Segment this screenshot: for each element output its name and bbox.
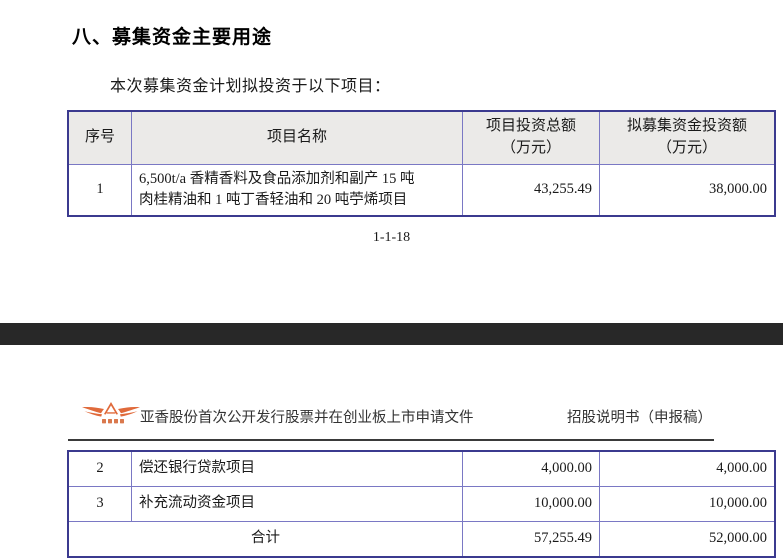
section-heading: 八、募集资金主要用途 bbox=[72, 27, 273, 48]
running-header: 亚香股份首次公开发行股票并在创业板上市申请文件 招股说明书（申报稿） bbox=[68, 398, 714, 430]
document-page-two: 亚香股份首次公开发行股票并在创业板上市申请文件 招股说明书（申报稿） 2 偿还银… bbox=[0, 345, 783, 558]
table-header-row: 序号 项目名称 项目投资总额 （万元） 拟募集资金投资额 （万元） bbox=[67, 110, 776, 165]
cell-project-name-line1: 6,500t/a 香精香料及食品添加剂和副产 15 吨 bbox=[139, 170, 415, 187]
column-header-total-investment: 项目投资总额 （万元） bbox=[462, 110, 600, 165]
cell-raised-investment: 10,000.00 bbox=[599, 486, 776, 522]
cell-project-name-line2: 肉桂精油和 1 吨丁香轻油和 20 吨苧烯项目 bbox=[139, 191, 408, 208]
cell-index: 3 bbox=[67, 486, 132, 522]
cell-project-name: 补充流动资金项目 bbox=[131, 486, 463, 522]
cell-index: 2 bbox=[67, 450, 132, 487]
running-header-doc-type: 招股说明书（申报稿） bbox=[567, 410, 712, 426]
yaxiang-logo-icon bbox=[80, 398, 142, 428]
table-total-row: 合计 57,255.49 52,000.00 bbox=[67, 521, 776, 558]
column-header-raised-investment-unit: （万元） bbox=[656, 139, 717, 156]
table-row: 2 偿还银行贷款项目 4,000.00 4,000.00 bbox=[67, 450, 776, 487]
column-header-total-investment-line1: 项目投资总额 bbox=[485, 118, 576, 134]
lead-paragraph: 本次募集资金计划拟投资于以下项目： bbox=[110, 78, 391, 95]
fundraising-projects-table-part2: 2 偿还银行贷款项目 4,000.00 4,000.00 3 补充流动资金项目 … bbox=[67, 450, 776, 558]
table-body: 1 6,500t/a 香精香料及食品添加剂和副产 15 吨 肉桂精油和 1 吨丁… bbox=[67, 163, 776, 217]
fundraising-projects-table-part1: 序号 项目名称 项目投资总额 （万元） 拟募集资金投资额 （万元） 1 6,50… bbox=[67, 110, 776, 217]
table-header: 序号 项目名称 项目投资总额 （万元） 拟募集资金投资额 （万元） bbox=[67, 110, 776, 165]
cell-raised-investment: 38,000.00 bbox=[599, 163, 776, 217]
column-header-total-investment-unit: （万元） bbox=[500, 139, 561, 156]
column-header-project-name: 项目名称 bbox=[131, 110, 463, 165]
page-separator-band bbox=[0, 323, 783, 345]
column-header-raised-investment: 拟募集资金投资额 （万元） bbox=[599, 110, 776, 165]
cell-total-investment: 43,255.49 bbox=[462, 163, 600, 217]
column-header-raised-investment-line1: 拟募集资金投资额 bbox=[626, 118, 747, 134]
page-number: 1-1-18 bbox=[372, 230, 411, 245]
document-page-one: 八、募集资金主要用途 本次募集资金计划拟投资于以下项目： 序号 项目名称 项目投… bbox=[0, 0, 783, 323]
cell-total-investment: 4,000.00 bbox=[462, 450, 600, 487]
cell-total-investment-sum: 57,255.49 bbox=[462, 521, 600, 558]
cell-project-name: 6,500t/a 香精香料及食品添加剂和副产 15 吨 肉桂精油和 1 吨丁香轻… bbox=[131, 163, 463, 217]
cell-raised-investment-sum: 52,000.00 bbox=[599, 521, 776, 558]
table-body: 2 偿还银行贷款项目 4,000.00 4,000.00 3 补充流动资金项目 … bbox=[67, 450, 776, 558]
column-header-index: 序号 bbox=[67, 110, 132, 165]
cell-total-label: 合计 bbox=[67, 521, 463, 558]
cell-total-investment: 10,000.00 bbox=[462, 486, 600, 522]
table-row: 3 补充流动资金项目 10,000.00 10,000.00 bbox=[67, 486, 776, 522]
table-row: 1 6,500t/a 香精香料及食品添加剂和副产 15 吨 肉桂精油和 1 吨丁… bbox=[67, 163, 776, 217]
cell-index: 1 bbox=[67, 163, 132, 217]
cell-raised-investment: 4,000.00 bbox=[599, 450, 776, 487]
cell-project-name: 偿还银行贷款项目 bbox=[131, 450, 463, 487]
running-header-rule bbox=[68, 439, 714, 441]
running-header-title: 亚香股份首次公开发行股票并在创业板上市申请文件 bbox=[140, 410, 474, 426]
